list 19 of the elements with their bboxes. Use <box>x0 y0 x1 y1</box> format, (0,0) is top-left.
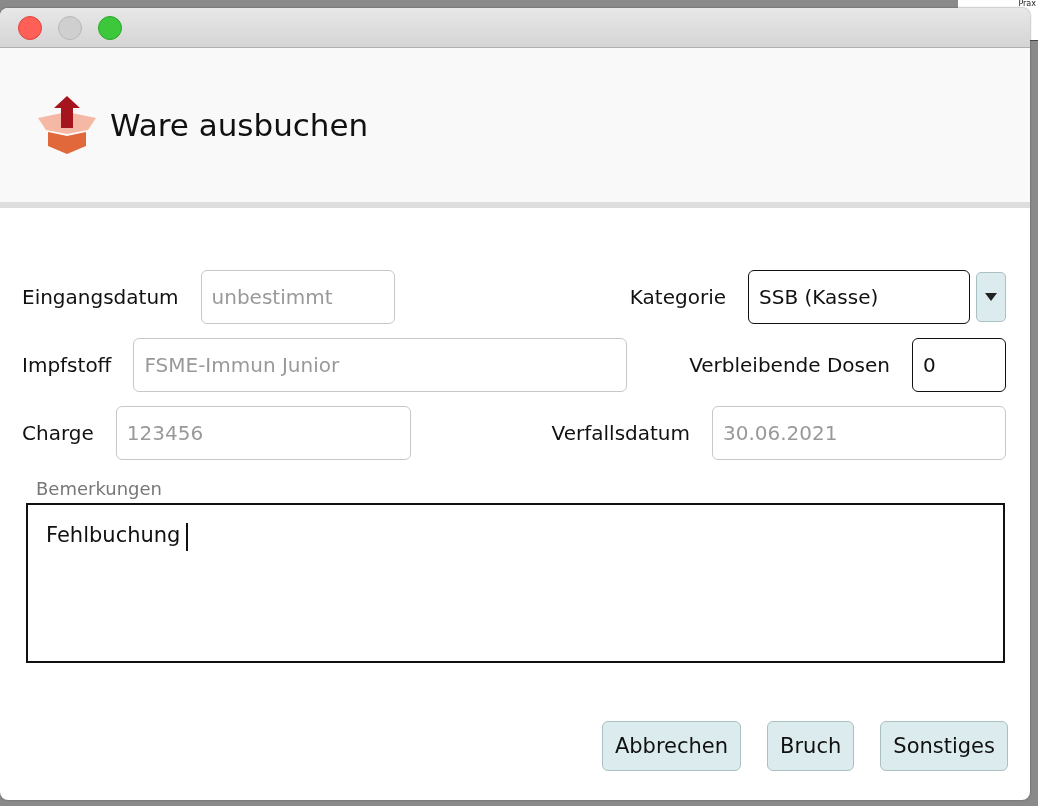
remarks-label: Bemerkungen <box>36 478 164 499</box>
remarks-textarea[interactable]: Fehlbuchung <box>26 503 1005 663</box>
dropdown-button[interactable] <box>976 272 1006 322</box>
window-title: Prax <box>1018 0 1036 8</box>
field-label: Impfstoff <box>22 353 112 377</box>
close-button[interactable] <box>18 15 42 40</box>
dialog-title: Ware ausbuchen <box>110 107 369 143</box>
field-label: Eingangsdatum <box>22 285 179 309</box>
dialog-button[interactable]: Bruch <box>767 721 855 771</box>
caret-icon <box>985 293 997 301</box>
zoom-button[interactable] <box>98 15 122 40</box>
field-label: Verbleibende Dosen <box>689 353 890 377</box>
field-label: Charge <box>22 421 94 445</box>
input-field[interactable]: 0 <box>912 338 1006 392</box>
field-label: Kategorie <box>629 285 726 309</box>
dialog-button[interactable]: Sonstiges <box>880 721 1008 771</box>
field-label: Verfallsdatum <box>551 421 690 445</box>
dialog-button[interactable]: Abbrechen <box>601 721 742 771</box>
combo-field[interactable]: SSB (Kasse) <box>748 270 970 324</box>
